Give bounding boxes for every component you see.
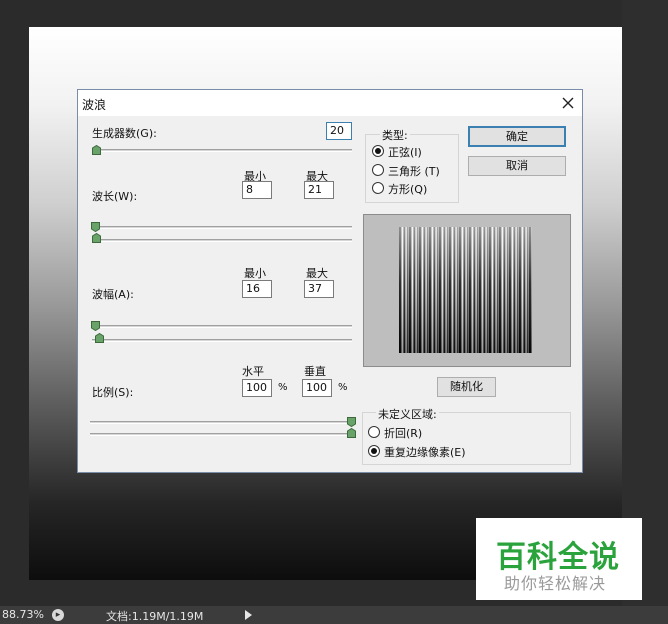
amplitude-label: 波幅(A): bbox=[92, 288, 134, 301]
type-triangle-radio[interactable] bbox=[372, 164, 384, 176]
scale-horizontal-input[interactable]: 100 bbox=[242, 379, 272, 397]
close-icon[interactable] bbox=[556, 91, 580, 115]
repeat-edge-label[interactable]: 重复边缘像素(E) bbox=[384, 444, 466, 460]
type-group-title: 类型: bbox=[380, 127, 410, 143]
scale-horizontal-label: 水平 bbox=[242, 365, 264, 378]
undefined-area-title: 未定义区域: bbox=[376, 406, 439, 422]
slider-thumb-icon[interactable] bbox=[91, 321, 100, 331]
amplitude-max-label: 最大 bbox=[306, 267, 328, 280]
scale-v-slider-track[interactable] bbox=[90, 433, 354, 436]
slider-thumb-icon[interactable] bbox=[91, 222, 100, 232]
dialog-titlebar[interactable]: 波浪 bbox=[78, 90, 582, 116]
slider-thumb-icon[interactable] bbox=[347, 417, 356, 427]
scale-h-slider-track[interactable] bbox=[90, 421, 354, 424]
amplitude-min-slider-track[interactable] bbox=[92, 325, 352, 328]
cancel-button[interactable]: 取消 bbox=[468, 156, 566, 176]
scale-label: 比例(S): bbox=[92, 386, 134, 399]
amplitude-min-input[interactable]: 16 bbox=[242, 280, 272, 298]
type-sine-radio[interactable] bbox=[372, 145, 384, 157]
type-square-radio[interactable] bbox=[372, 182, 384, 194]
ok-button[interactable]: 确定 bbox=[468, 126, 566, 147]
status-bar: 88.73% ▸ 文档:1.19M/1.19M bbox=[0, 606, 668, 624]
repeat-edge-radio[interactable] bbox=[368, 445, 380, 457]
amplitude-max-input[interactable]: 37 bbox=[304, 280, 334, 298]
amplitude-min-label: 最小 bbox=[244, 267, 266, 280]
status-info-icon[interactable]: ▸ bbox=[52, 609, 64, 621]
generators-input[interactable]: 20 bbox=[326, 122, 352, 140]
scale-v-unit: % bbox=[338, 382, 348, 393]
wavelength-label: 波长(W): bbox=[92, 190, 138, 203]
slider-thumb-icon[interactable] bbox=[347, 428, 356, 438]
wave-preview bbox=[363, 214, 571, 367]
slider-thumb-icon[interactable] bbox=[92, 233, 101, 243]
generators-label: 生成器数(G): bbox=[92, 127, 157, 140]
scale-h-unit: % bbox=[278, 382, 288, 393]
zoom-level[interactable]: 88.73% bbox=[2, 608, 44, 621]
scale-vertical-input[interactable]: 100 bbox=[302, 379, 332, 397]
slider-thumb-icon[interactable] bbox=[92, 145, 101, 155]
wrap-around-radio[interactable] bbox=[368, 426, 380, 438]
wavelength-min-slider-track[interactable] bbox=[92, 226, 352, 229]
workspace-right-strip bbox=[622, 0, 668, 606]
wavelength-max-slider-track[interactable] bbox=[92, 239, 352, 242]
wavelength-min-input[interactable]: 8 bbox=[242, 181, 272, 199]
dialog-title: 波浪 bbox=[82, 98, 107, 112]
amplitude-max-slider-track[interactable] bbox=[92, 339, 352, 342]
wavelength-max-input[interactable]: 21 bbox=[304, 181, 334, 199]
scale-vertical-label: 垂直 bbox=[304, 365, 326, 378]
type-sine-label[interactable]: 正弦(I) bbox=[388, 144, 422, 160]
randomize-button[interactable]: 随机化 bbox=[437, 377, 496, 397]
document-info: 文档:1.19M/1.19M bbox=[106, 610, 204, 623]
generators-slider-track[interactable] bbox=[92, 149, 352, 152]
play-arrow-icon[interactable] bbox=[245, 610, 252, 620]
wave-preview-shading bbox=[399, 227, 532, 353]
wrap-around-label[interactable]: 折回(R) bbox=[384, 425, 422, 441]
wave-filter-dialog: 波浪 生成器数(G): 20 最小 最大 波长(W): 8 21 最小 最大 波… bbox=[77, 89, 583, 473]
slider-thumb-icon[interactable] bbox=[95, 333, 104, 343]
watermark-logo: 百科全说 助你轻松解决 bbox=[476, 518, 642, 600]
watermark-sub-text: 助你轻松解决 bbox=[504, 574, 607, 593]
type-square-label[interactable]: 方形(Q) bbox=[388, 181, 427, 197]
type-triangle-label[interactable]: 三角形 (T) bbox=[388, 163, 440, 179]
